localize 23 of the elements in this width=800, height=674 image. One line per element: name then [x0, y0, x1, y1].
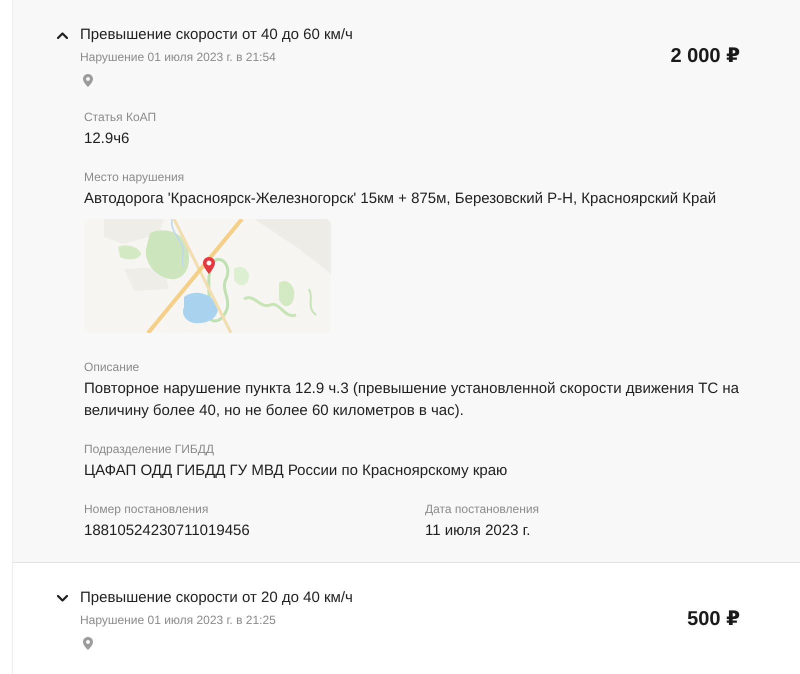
map-pin-icon	[203, 257, 215, 274]
violation-title[interactable]: Превышение скорости от 20 до 40 км/ч	[80, 588, 353, 608]
field-label: Место нарушения	[84, 169, 186, 185]
field-value: Автодорога 'Красноярск-Железногорск' 15км + 875м, Березовский Р-Н, Красноярский Край	[84, 189, 718, 209]
field-label: Статья КоАП	[84, 109, 158, 125]
field-label: Описание	[84, 359, 140, 375]
chevron-up-icon[interactable]	[57, 32, 68, 38]
fine-amount: 2 000 ₽	[670, 44, 740, 69]
field-value: ЦАФАП ОДД ГИБДД ГУ МВД России по Красноярскому краю	[84, 461, 508, 481]
field-value: 18810524230711019456	[84, 521, 251, 541]
field-value: Повторное нарушение пункта 12.9 ч.3 (превышение установленной скорости движения ТС на величину более 40, но не более 60 километров в час).	[84, 379, 740, 421]
location-pin-icon	[83, 74, 93, 87]
violation-title[interactable]: Превышение скорости от 40 до 60 км/ч	[80, 25, 353, 45]
chevron-down-icon[interactable]	[57, 594, 68, 602]
field-value: 11 июля 2023 г.	[425, 521, 532, 541]
fine-amount: 500 ₽	[687, 607, 740, 632]
field-label: Подразделение ГИБДД	[84, 441, 216, 457]
field-label: Номер постановления	[84, 501, 210, 517]
location-pin-icon	[83, 637, 93, 650]
violation-date: Нарушение 01 июля 2023 г. в 21:25	[80, 612, 277, 628]
violation-date: Нарушение 01 июля 2023 г. в 21:54	[80, 49, 277, 65]
field-label: Дата постановления	[425, 501, 540, 517]
field-value: 12.9ч6	[84, 129, 130, 149]
